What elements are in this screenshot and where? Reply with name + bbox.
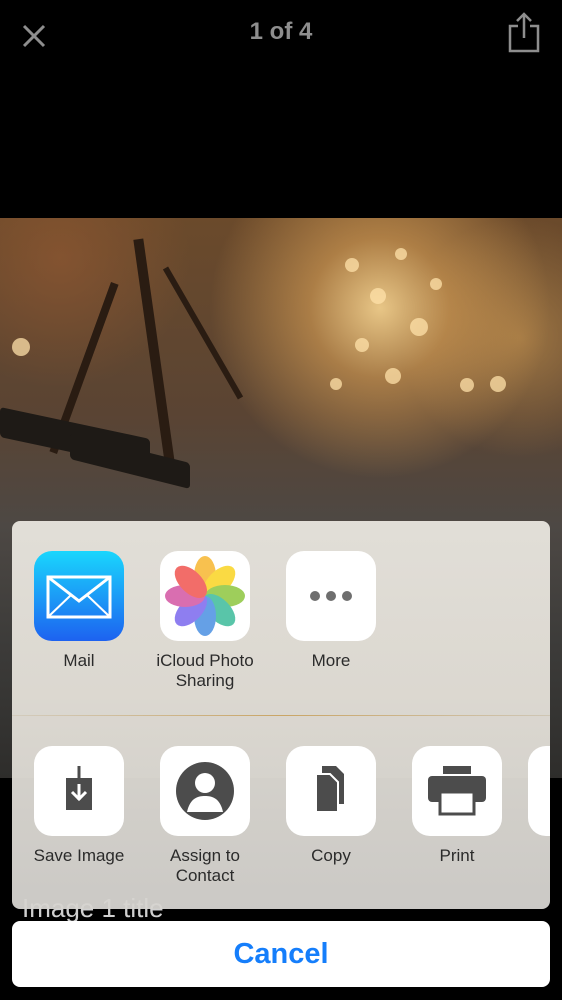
photos-icon (160, 551, 250, 641)
action-print[interactable]: Print (402, 746, 512, 866)
page-counter: 1 of 4 (249, 18, 313, 45)
share-icloud-photo[interactable]: iCloud Photo Sharing (150, 551, 260, 691)
copy-icon (286, 746, 376, 836)
share-sheet: Mail iCloud Photo Sharing More Save Imag… (12, 521, 550, 909)
bokeh-light (12, 338, 30, 356)
share-mail-label: Mail (63, 651, 95, 670)
bokeh-light (330, 378, 342, 390)
bokeh-light (345, 258, 359, 272)
action-assign-contact[interactable]: Assign to Contact (150, 746, 260, 886)
share-icon[interactable] (506, 10, 542, 54)
bokeh-light (430, 278, 442, 290)
contact-icon (160, 746, 250, 836)
action-copy-label: Copy (311, 846, 351, 865)
share-mail[interactable]: Mail (24, 551, 134, 671)
action-save-image[interactable]: Save Image (24, 746, 134, 866)
bokeh-light (370, 288, 386, 304)
cancel-button[interactable]: Cancel (12, 921, 550, 987)
bokeh-light (410, 318, 428, 336)
bokeh-light (355, 338, 369, 352)
bokeh-light (490, 376, 506, 392)
action-print-label: Print (439, 846, 475, 865)
top-bar: 1 of 4 (0, 0, 562, 72)
print-icon (412, 746, 502, 836)
next-action-icon (528, 746, 550, 836)
action-assign-contact-label: Assign to Contact (170, 846, 240, 885)
bokeh-light (460, 378, 474, 392)
action-copy[interactable]: Copy (276, 746, 386, 866)
action-save-image-label: Save Image (33, 846, 125, 865)
share-more-label: More (311, 651, 351, 670)
action-next-partial[interactable] (528, 746, 550, 836)
more-icon (286, 551, 376, 641)
share-icloud-photo-label: iCloud Photo Sharing (156, 651, 254, 690)
mail-icon (34, 551, 124, 641)
sheet-divider (12, 715, 550, 716)
save-image-icon (34, 746, 124, 836)
share-more[interactable]: More (276, 551, 386, 671)
tree-branch (162, 266, 244, 400)
bokeh-light (385, 368, 401, 384)
bokeh-light (395, 248, 407, 260)
